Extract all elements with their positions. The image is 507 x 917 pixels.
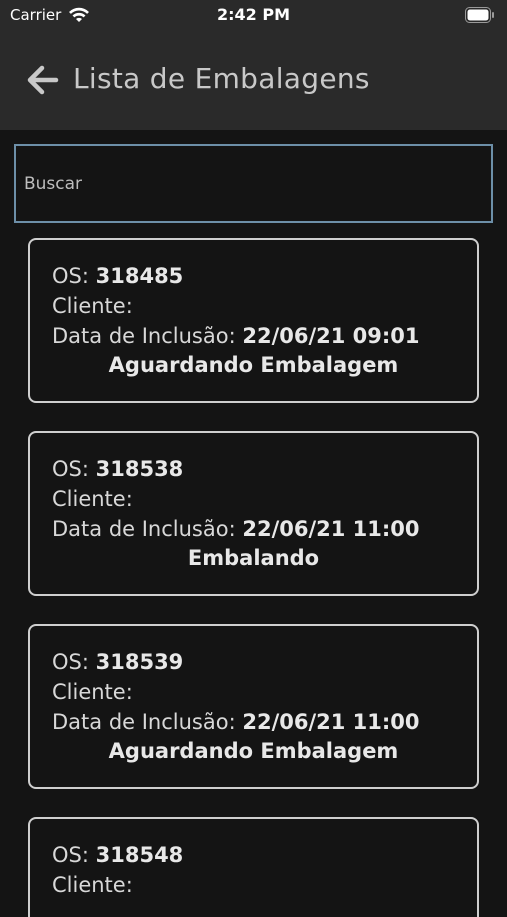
date-line: Data de Inclusão: 22/06/21 11:00 <box>52 517 420 541</box>
inclusion-date: 22/06/21 11:00 <box>242 710 420 734</box>
date-line: Data de Inclusão: 22/06/21 09:01 <box>52 324 420 348</box>
status-label: Embalando <box>187 546 320 570</box>
package-card[interactable]: OS: 318485 Cliente: Data de Inclusão: 22… <box>28 238 479 403</box>
status-label: Aguardando Embalagem <box>108 353 399 377</box>
battery-icon <box>465 7 494 23</box>
os-line: OS: 318548 <box>52 843 184 867</box>
package-card[interactable]: OS: 318539 Cliente: Data de Inclusão: 22… <box>28 624 479 789</box>
page-title: Lista de Embalagens <box>73 62 370 95</box>
os-number: 318548 <box>95 843 184 867</box>
package-card[interactable]: OS: 318548 Cliente: <box>28 817 479 917</box>
client-line: Cliente: <box>52 680 133 704</box>
inclusion-date: 22/06/21 09:01 <box>242 324 420 348</box>
clock: 2:42 PM <box>216 5 290 24</box>
os-number: 318538 <box>95 457 184 481</box>
status-label: Aguardando Embalagem <box>108 739 399 763</box>
status-bar: Carrier 2:42 PM <box>0 0 507 30</box>
os-line: OS: 318539 <box>52 650 184 674</box>
search-input[interactable] <box>14 144 493 223</box>
client-line: Cliente: <box>52 487 133 511</box>
os-number: 318485 <box>95 264 184 288</box>
client-line: Cliente: <box>52 873 133 897</box>
os-number: 318539 <box>95 650 184 674</box>
inclusion-date: 22/06/21 11:00 <box>242 517 420 541</box>
package-card[interactable]: OS: 318538 Cliente: Data de Inclusão: 22… <box>28 431 479 596</box>
client-line: Cliente: <box>52 294 133 318</box>
date-line: Data de Inclusão: 22/06/21 11:00 <box>52 710 420 734</box>
os-line: OS: 318538 <box>52 457 184 481</box>
os-line: OS: 318485 <box>52 264 184 288</box>
arrow-left-icon[interactable] <box>24 62 60 98</box>
navigation-bar: Lista de Embalagens <box>0 30 507 130</box>
